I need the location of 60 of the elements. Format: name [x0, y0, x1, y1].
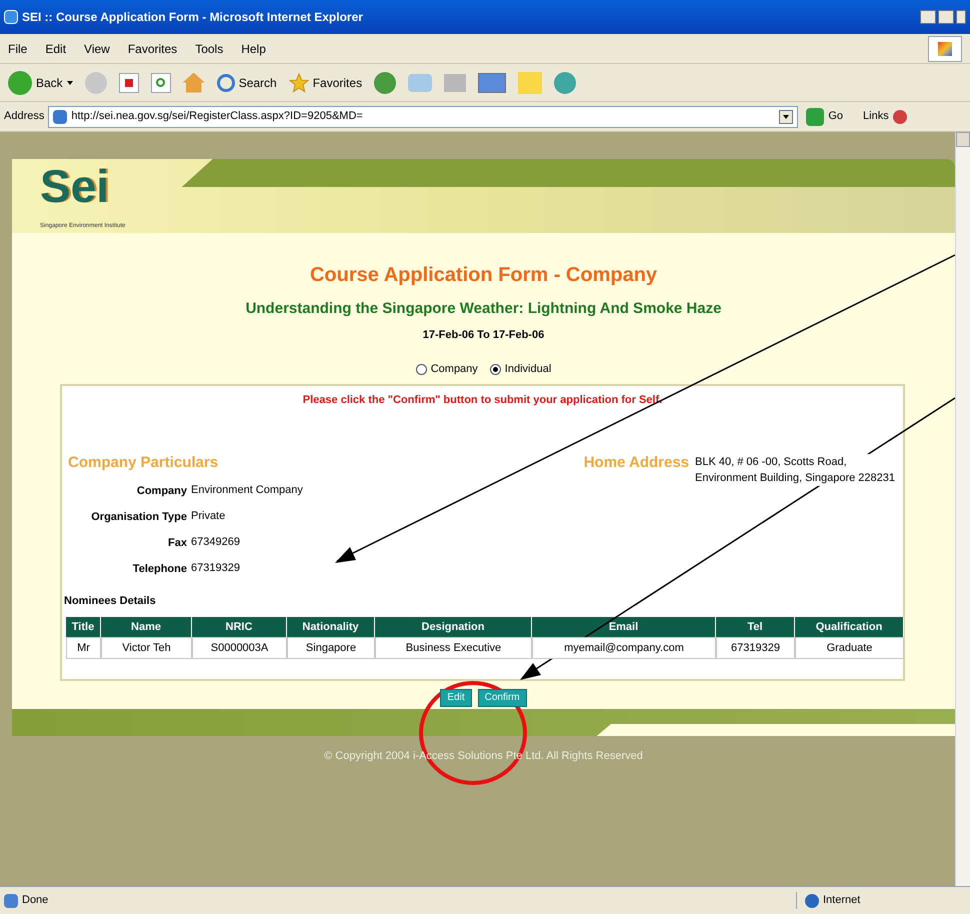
field-value: 67349269	[191, 535, 240, 550]
star-icon	[288, 72, 309, 92]
table-cell: Victor Teh	[101, 637, 192, 659]
refresh-icon[interactable]	[150, 72, 171, 92]
scrollbar[interactable]	[955, 132, 970, 886]
menu-item[interactable]: Help	[241, 40, 266, 58]
menu-item[interactable]: Tools	[195, 40, 224, 58]
maximize-icon[interactable]	[938, 10, 954, 24]
field-value: Private	[191, 509, 226, 524]
menu-item[interactable]: View	[84, 40, 110, 58]
status-text: Done	[22, 893, 48, 908]
menu-item[interactable]: Edit	[45, 40, 66, 58]
dropdown-arrow-icon[interactable]	[66, 80, 73, 84]
back-button[interactable]: Back	[8, 70, 73, 94]
field-value: Environment Company	[191, 483, 303, 498]
course-dates: 17-Feb-06 To 17-Feb-06	[422, 328, 544, 342]
logo: Sei	[40, 163, 110, 209]
window-title: SEI :: Course Application Form - Microsoft Internet Explorer	[22, 9, 363, 26]
radio-option[interactable]: Individual	[490, 361, 552, 378]
column-header: Tel	[716, 617, 795, 637]
section-title: Nominees Details	[64, 594, 157, 608]
column-header: Designation	[375, 617, 532, 637]
field-value: 67319329	[191, 561, 240, 576]
field-label: Telephone	[132, 562, 187, 576]
column-header: Nationality	[287, 617, 375, 637]
zone-text: Internet	[823, 893, 860, 908]
table-cell: Singapore	[287, 637, 375, 659]
minimize-icon[interactable]	[920, 10, 936, 24]
go-button[interactable]: Go	[806, 108, 844, 126]
field-label: Fax	[167, 536, 187, 550]
column-header: Name	[101, 617, 192, 637]
table-cell: Business Executive	[375, 637, 532, 659]
menu-item[interactable]: File	[8, 40, 28, 58]
column-header: Qualification	[795, 617, 904, 637]
favorites-button[interactable]: Favorites	[288, 72, 362, 92]
search-button[interactable]: Search	[216, 74, 277, 92]
close-icon[interactable]	[956, 10, 966, 24]
field-label: Organisation Type	[90, 510, 187, 524]
table-cell: S0000003A	[192, 637, 287, 659]
column-header: Email	[532, 617, 716, 637]
column-header: Title	[66, 617, 101, 637]
url-text: http://sei.nea.gov.sg/sei/RegisterClass.aspx?ID=9205&MD=	[71, 109, 363, 124]
stop-icon[interactable]	[118, 72, 139, 92]
field-label: Company	[136, 484, 187, 498]
radio-option[interactable]: Company	[416, 361, 478, 378]
dropdown-button[interactable]	[779, 110, 794, 124]
form-heading: Course Application Form - Company	[310, 263, 658, 288]
course-title: Understanding the Singapore Weather: Lightning And Smoke Haze	[246, 299, 722, 319]
column-header: NRIC	[192, 617, 287, 637]
section-title: Home Address	[584, 453, 690, 473]
confirm-notice: Please click the "Confirm" button to submit your application for Self.	[302, 392, 662, 408]
table-cell: Graduate	[795, 637, 904, 659]
links-button[interactable]: Links	[863, 108, 889, 125]
menu-item[interactable]: Favorites	[128, 40, 178, 58]
table-cell: Mr	[66, 637, 101, 659]
address-field[interactable]: http://sei.nea.gov.sg/sei/RegisterClass.aspx?ID=9205&MD=	[48, 106, 798, 128]
table-cell: 67319329	[716, 637, 795, 659]
table-cell: myemail@company.com	[532, 637, 716, 659]
section-title: Company Particulars	[68, 453, 220, 473]
address-label: Address	[4, 109, 44, 124]
